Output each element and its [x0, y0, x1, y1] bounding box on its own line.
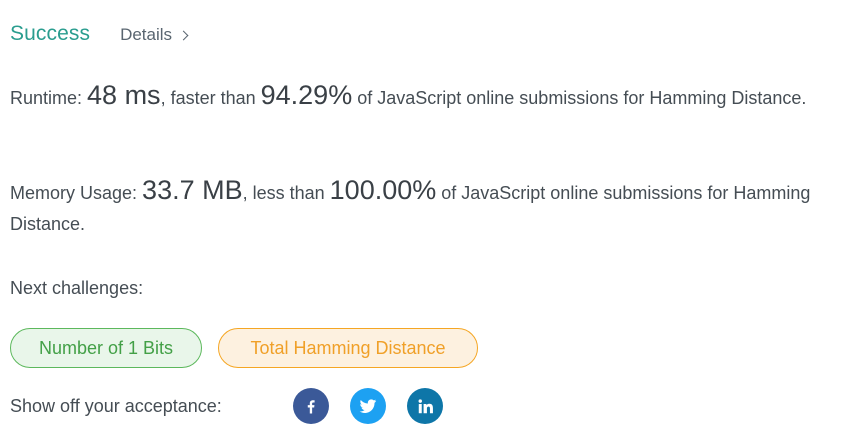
runtime-suffix: of JavaScript online submissions for Ham…	[352, 88, 807, 108]
challenge-number-of-1-bits[interactable]: Number of 1 Bits	[10, 328, 202, 368]
challenge-total-hamming-distance[interactable]: Total Hamming Distance	[218, 328, 478, 368]
linkedin-share-button[interactable]	[407, 388, 443, 424]
runtime-label: Runtime:	[10, 88, 88, 108]
runtime-percent: 94.29%	[260, 80, 353, 110]
challenge-title: Number of 1 Bits	[38, 337, 174, 358]
memory-value: 33.7 MB	[142, 175, 243, 205]
memory-comparison: , less than	[242, 183, 330, 203]
details-label: Details	[120, 25, 173, 44]
twitter-icon	[359, 399, 377, 413]
details-link[interactable]: Details	[120, 25, 189, 45]
next-challenges-label: Next challenges:	[10, 278, 144, 298]
result-header: Success Details	[10, 22, 189, 46]
runtime-comparison: , faster than	[160, 88, 261, 108]
runtime-stat: Runtime: 48 ms, faster than 94.29% of Ja…	[10, 80, 840, 114]
status-success: Success	[10, 22, 91, 45]
memory-stat: Memory Usage: 33.7 MB, less than 100.00%…	[10, 175, 840, 240]
next-challenges: Number of 1 Bits Total Hamming Distance	[10, 328, 478, 368]
share-label: Show off your acceptance:	[10, 395, 222, 416]
memory-label: Memory Usage:	[10, 183, 143, 203]
linkedin-icon	[418, 398, 433, 413]
twitter-share-button[interactable]	[350, 388, 386, 424]
chevron-right-icon	[178, 30, 189, 40]
facebook-share-button[interactable]	[293, 388, 329, 424]
share-row: Show off your acceptance:	[10, 388, 464, 424]
challenge-title: Total Hamming Distance	[250, 337, 446, 358]
memory-percent: 100.00%	[329, 175, 437, 205]
runtime-value: 48 ms	[87, 80, 161, 110]
facebook-icon	[307, 400, 315, 414]
